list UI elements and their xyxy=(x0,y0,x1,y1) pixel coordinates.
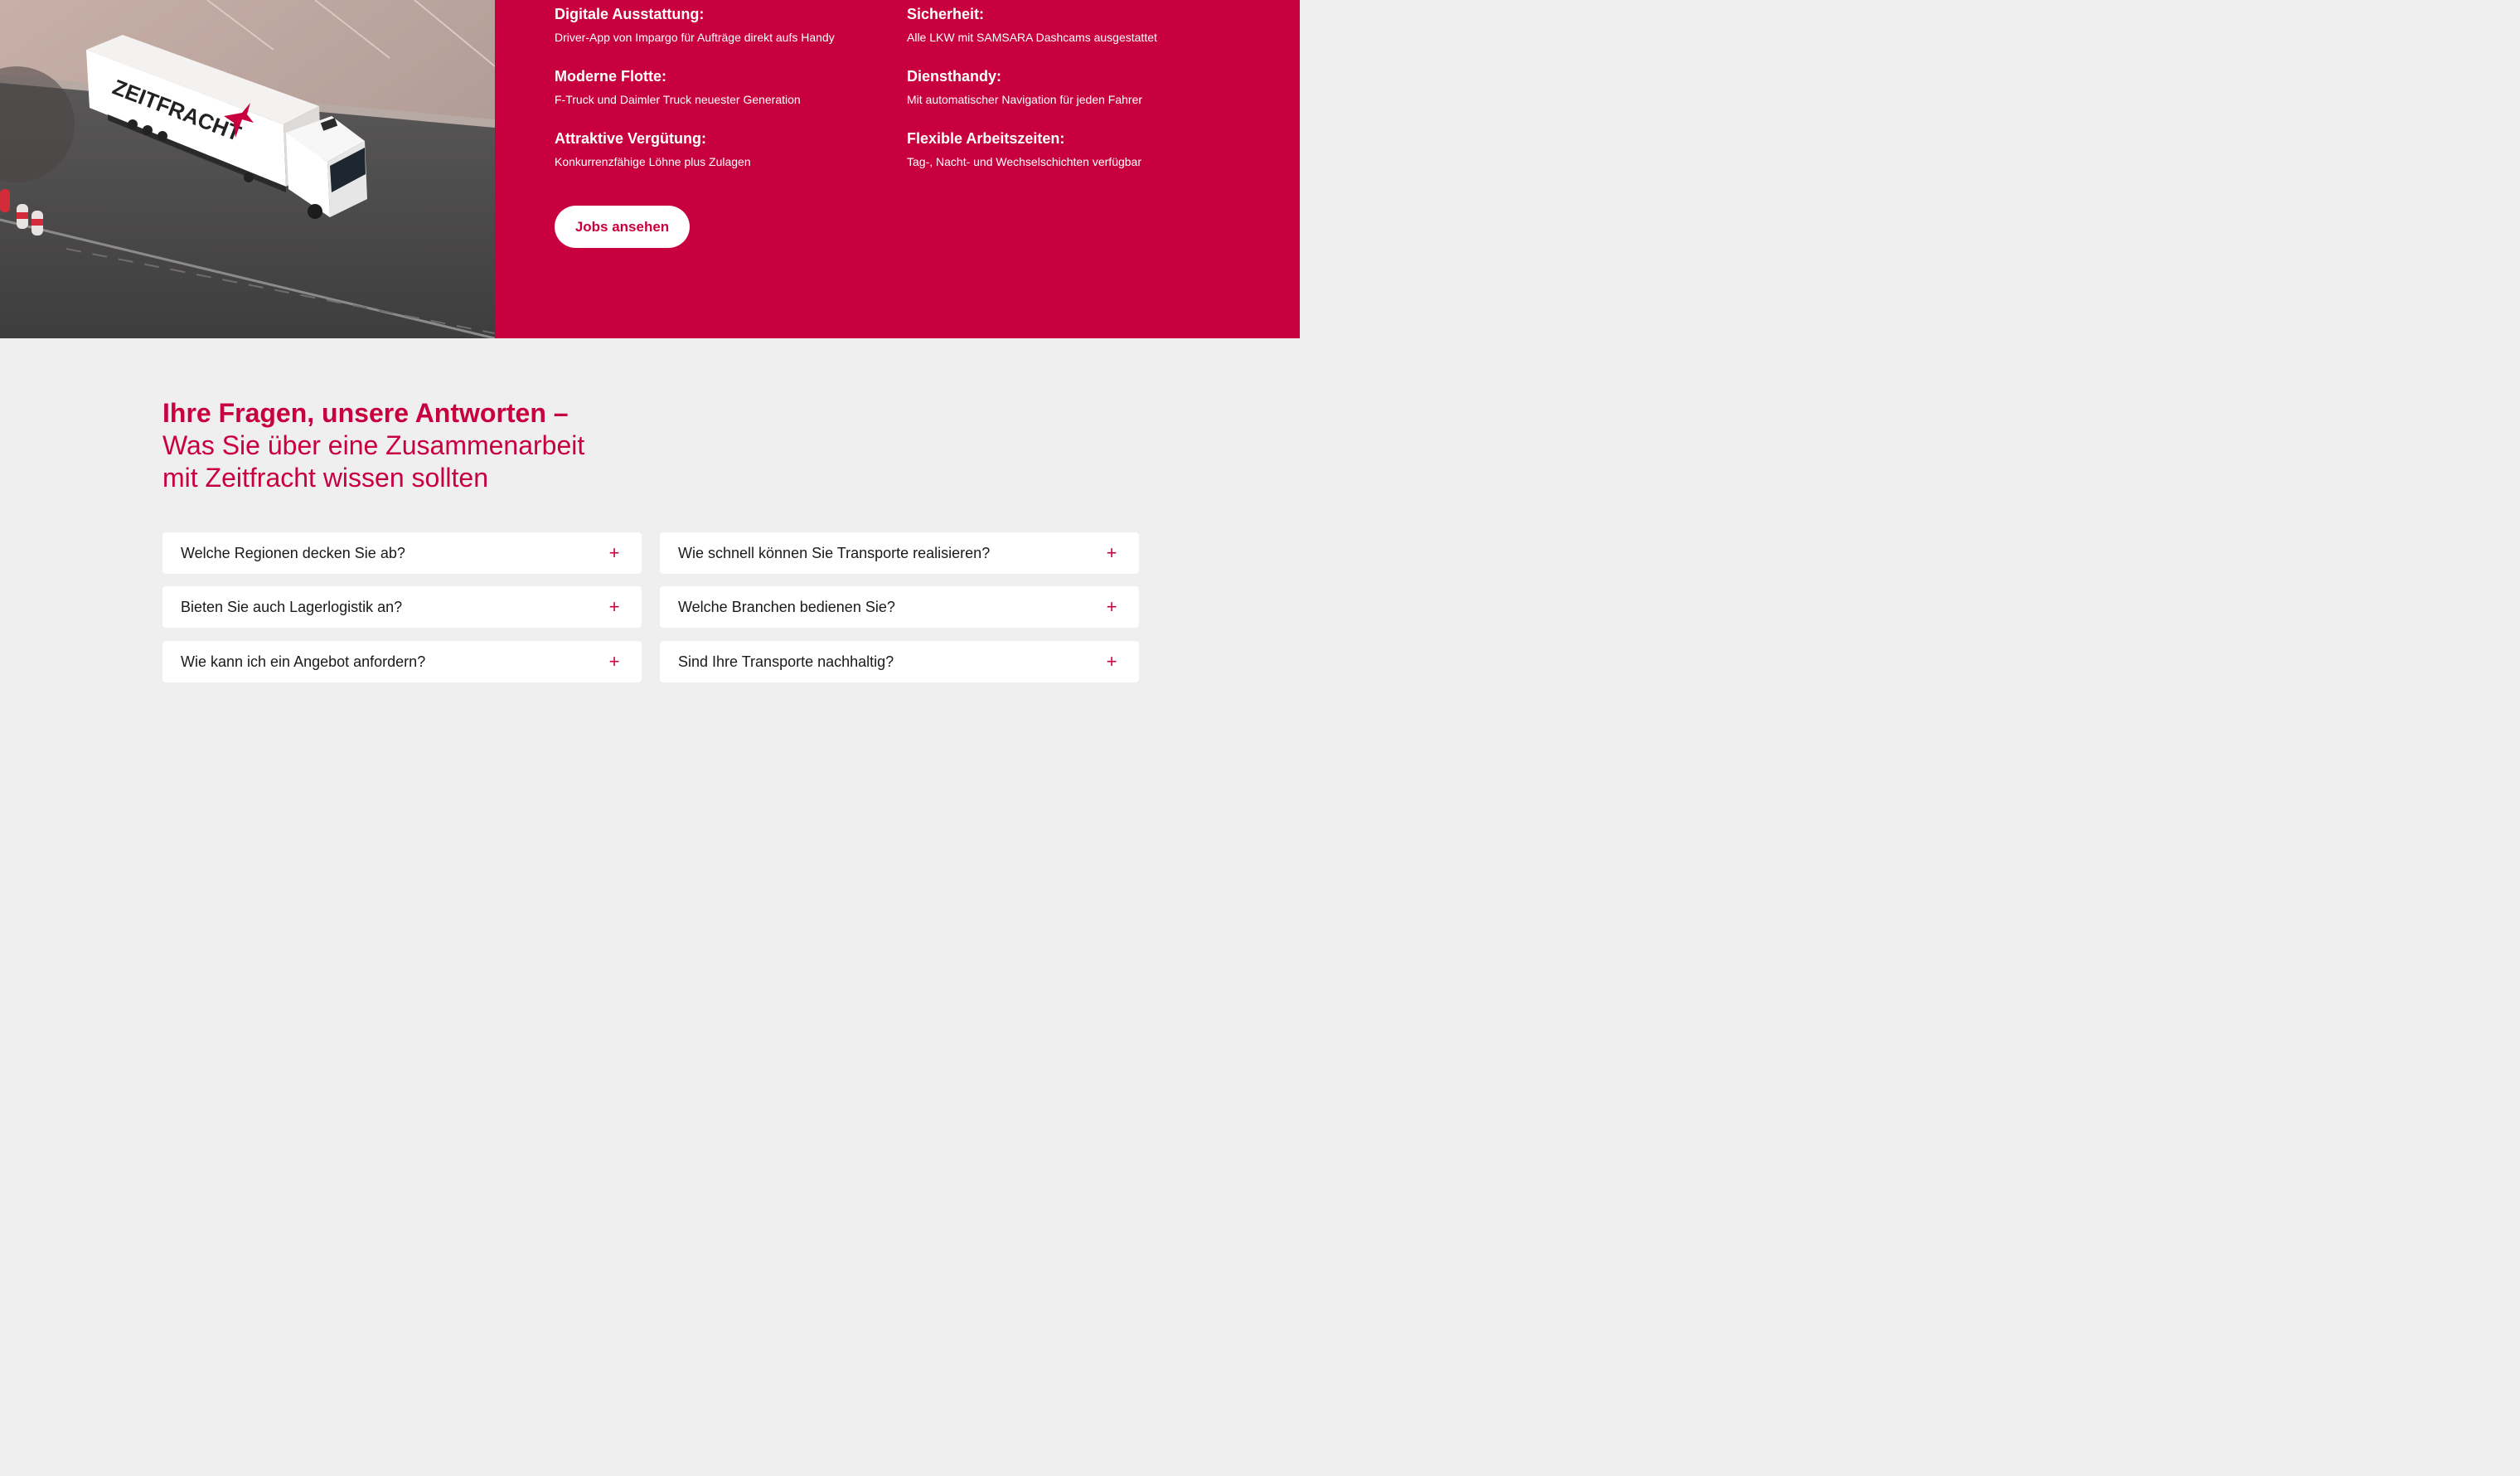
faq-heading: Ihre Fragen, unsere Antworten – Was Sie … xyxy=(162,397,627,494)
faq-heading-strong: Ihre Fragen, unsere Antworten – xyxy=(162,398,569,428)
plus-icon[interactable]: + xyxy=(1102,544,1121,562)
feature-title: Diensthandy: xyxy=(907,68,1002,85)
feature-text: Driver-App von Impargo für Aufträge dire… xyxy=(555,31,835,44)
plus-icon[interactable]: + xyxy=(605,544,623,562)
faq-question: Wie kann ich ein Angebot anfordern? xyxy=(181,653,426,670)
truck-photo: ZEITFRACHT xyxy=(0,0,495,338)
faq-item-regions[interactable]: Welche Regionen decken Sie ab? + xyxy=(162,532,642,574)
feature-modern-fleet: Moderne Flotte: F-Truck und Daimler Truc… xyxy=(555,67,886,107)
plus-icon[interactable]: + xyxy=(605,598,623,616)
feature-text: Konkurrenzfähige Löhne plus Zulagen xyxy=(555,155,751,168)
faq-question: Welche Regionen decken Sie ab? xyxy=(181,544,405,561)
feature-text: Alle LKW mit SAMSARA Dashcams ausgestatt… xyxy=(907,31,1157,44)
feature-text: Mit automatischer Navigation für jeden F… xyxy=(907,93,1143,106)
faq-item-warehouse[interactable]: Bieten Sie auch Lagerlogistik an? + xyxy=(162,586,642,628)
feature-title: Flexible Arbeitszeiten: xyxy=(907,130,1065,147)
feature-safety: Sicherheit: Alle LKW mit SAMSARA Dashcam… xyxy=(907,5,1238,45)
benefits-panel: Digitale Ausstattung: Driver-App von Imp… xyxy=(495,0,1300,338)
faq-item-speed[interactable]: Wie schnell können Sie Transporte realis… xyxy=(660,532,1139,574)
feature-title: Sicherheit: xyxy=(907,6,985,22)
faq-item-quote[interactable]: Wie kann ich ein Angebot anfordern? + xyxy=(162,641,642,682)
faq-question: Sind Ihre Transporte nachhaltig? xyxy=(678,653,894,670)
feature-text: Tag-, Nacht- und Wechselschichten verfüg… xyxy=(907,155,1141,168)
feature-flexible-hours: Flexible Arbeitszeiten: Tag-, Nacht- und… xyxy=(907,129,1238,169)
hero-section: ZEITFRACHT Digitale Ausstattung: Driver-… xyxy=(0,0,1300,338)
feature-title: Attraktive Vergütung: xyxy=(555,130,707,147)
faq-question: Wie schnell können Sie Transporte realis… xyxy=(678,544,991,561)
feature-digital-equipment: Digitale Ausstattung: Driver-App von Imp… xyxy=(555,5,886,45)
faq-item-industries[interactable]: Welche Branchen bedienen Sie? + xyxy=(660,586,1139,628)
feature-title: Moderne Flotte: xyxy=(555,68,666,85)
faq-question: Welche Branchen bedienen Sie? xyxy=(678,598,895,615)
feature-compensation: Attraktive Vergütung: Konkurrenzfähige L… xyxy=(555,129,886,169)
plus-icon[interactable]: + xyxy=(1102,598,1121,616)
jobs-button[interactable]: Jobs ansehen xyxy=(555,206,690,248)
feature-company-phone: Diensthandy: Mit automatischer Navigatio… xyxy=(907,67,1238,107)
feature-title: Digitale Ausstattung: xyxy=(555,6,705,22)
feature-text: F-Truck und Daimler Truck neuester Gener… xyxy=(555,93,801,106)
plus-icon[interactable]: + xyxy=(605,653,623,671)
faq-question: Bieten Sie auch Lagerlogistik an? xyxy=(181,598,403,615)
faq-item-sustainability[interactable]: Sind Ihre Transporte nachhaltig? + xyxy=(660,641,1139,682)
faq-heading-sub: Was Sie über eine Zusammenarbeit mit Zei… xyxy=(162,430,585,493)
plus-icon[interactable]: + xyxy=(1102,653,1121,671)
